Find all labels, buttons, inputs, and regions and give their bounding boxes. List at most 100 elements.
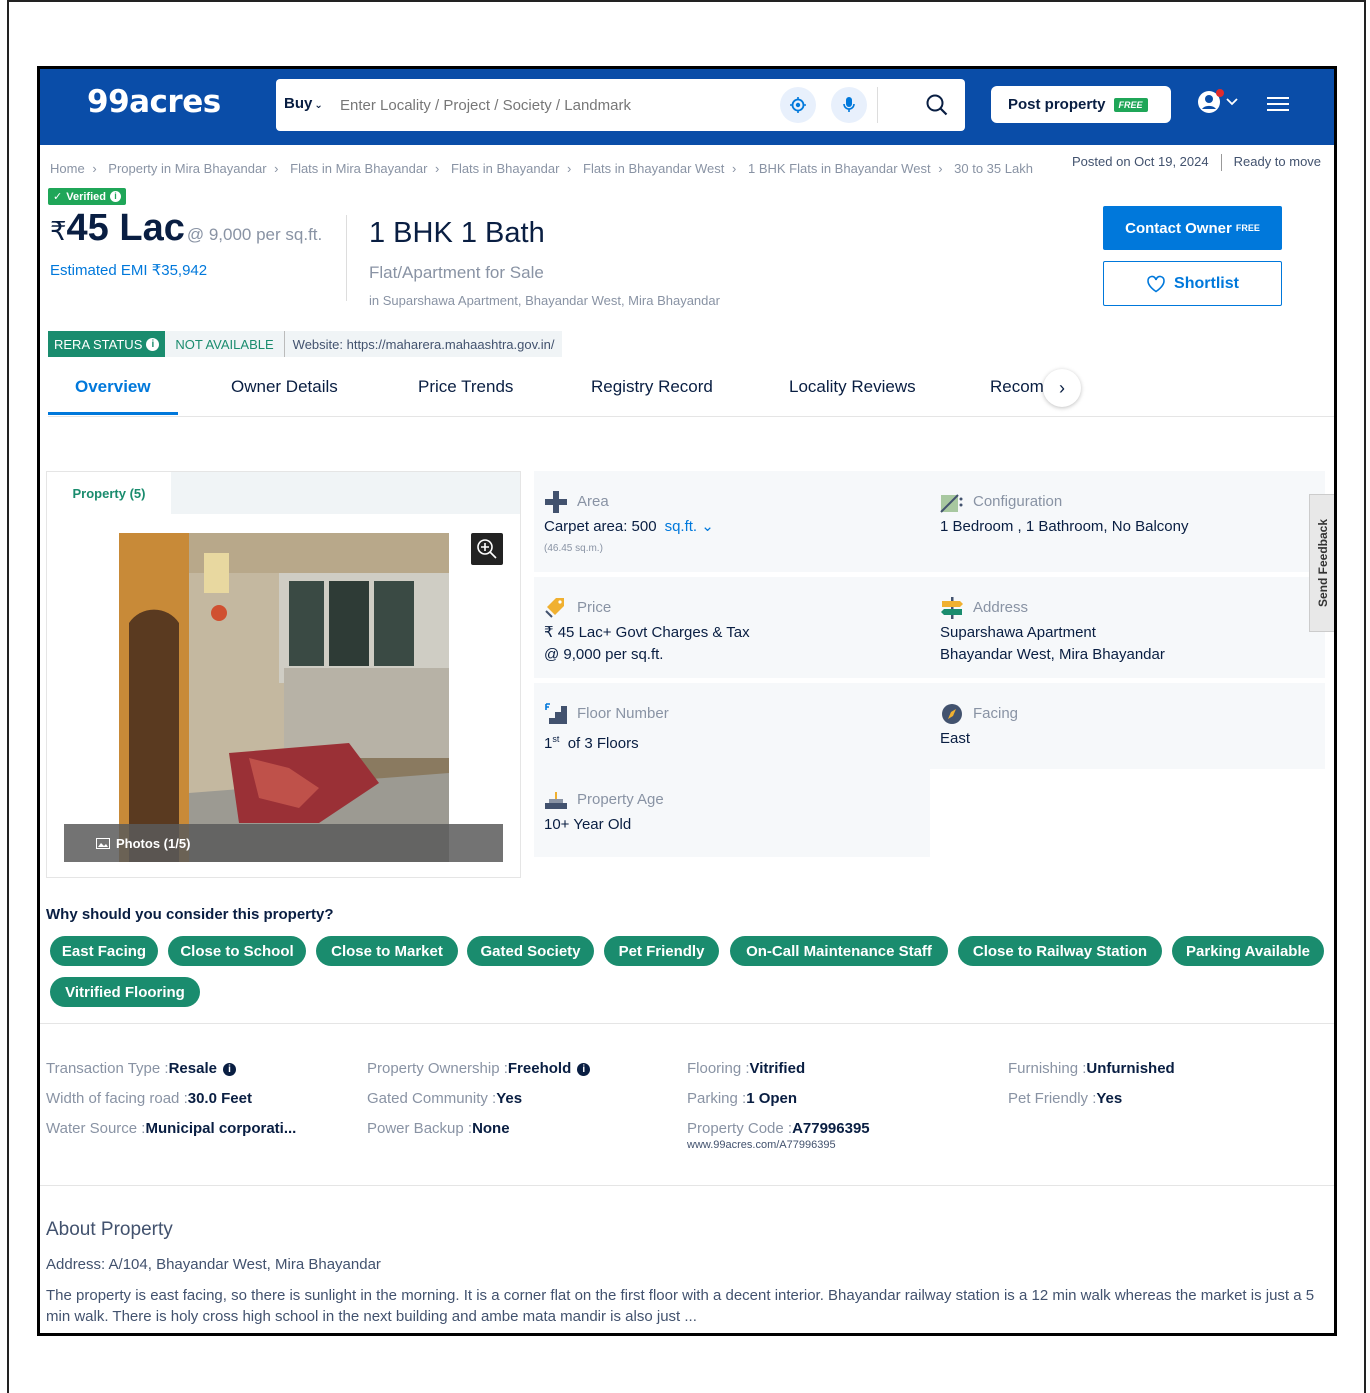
info-icon[interactable]: i xyxy=(146,337,160,351)
browser-viewport: 99acres Buy⌄ Post property FREE xyxy=(37,66,1337,1336)
reason-chip: Close to School xyxy=(168,936,306,966)
estimated-emi-link[interactable]: Estimated EMI ₹35,942 xyxy=(50,261,207,279)
spec-power-backup: Power Backup :None xyxy=(367,1120,510,1137)
detail-floor: Floor Number 1st of 3 Floors xyxy=(534,683,930,769)
reason-chip: Close to Market xyxy=(316,936,458,966)
rera-value: NOT AVAILABLE xyxy=(165,331,284,357)
top-header: 99acres Buy⌄ Post property FREE xyxy=(40,69,1334,145)
site-logo[interactable]: 99acres xyxy=(87,84,221,120)
posted-info: Posted on Oct 19, 2024 Ready to move xyxy=(1072,154,1322,172)
breadcrumb-item[interactable]: Home › xyxy=(50,161,101,176)
search-icon[interactable] xyxy=(922,90,952,120)
section-tabs: Overview Owner Details Price Trends Regi… xyxy=(48,367,1334,417)
spec-parking: Parking :1 Open xyxy=(687,1090,798,1107)
search-input[interactable] xyxy=(340,87,760,123)
price-label: Price xyxy=(577,599,612,616)
shortlist-label: Shortlist xyxy=(1174,274,1239,292)
image-icon xyxy=(96,837,110,849)
unit-dropdown[interactable]: sq.ft. ⌄ xyxy=(665,518,714,535)
spec-ownership: Property Ownership :Freehold i xyxy=(367,1060,591,1077)
detail-configuration: Configuration 1 Bedroom , 1 Bathroom, No… xyxy=(930,471,1325,572)
breadcrumb-item[interactable]: Flats in Mira Bhayandar › xyxy=(290,161,443,176)
tab-registry-record[interactable]: Registry Record xyxy=(591,377,713,397)
chevron-right-icon[interactable]: › xyxy=(1043,369,1081,407)
divider xyxy=(346,215,347,301)
reason-chip: Parking Available xyxy=(1172,936,1324,966)
property-location: in Suparshawa Apartment, Bhayandar West,… xyxy=(369,293,720,308)
spec-road-width: Width of facing road :30.0 Feet xyxy=(46,1090,252,1107)
location-target-icon[interactable] xyxy=(780,87,816,123)
area-label: Area xyxy=(577,493,609,510)
breadcrumb-item[interactable]: Property in Mira Bhayandar › xyxy=(108,161,282,176)
info-icon[interactable]: i xyxy=(109,191,121,202)
spec-gated-community: Gated Community :Yes xyxy=(367,1090,523,1107)
breadcrumb: Home › Property in Mira Bhayandar › Flat… xyxy=(50,161,1041,176)
signpost-icon xyxy=(941,597,963,619)
building-age-icon xyxy=(545,792,567,809)
rera-website-link[interactable]: Website: https://maharera.mahaashtra.gov… xyxy=(283,331,563,357)
verified-badge: ✓ Verified i xyxy=(48,188,126,205)
breadcrumb-item[interactable]: Flats in Bhayandar › xyxy=(451,161,575,176)
property-age-label: Property Age xyxy=(577,791,664,808)
free-badge: FREE xyxy=(1113,97,1148,112)
shortlist-button[interactable]: Shortlist xyxy=(1103,261,1282,306)
reason-chip: Pet Friendly xyxy=(604,936,719,966)
user-account-menu[interactable] xyxy=(1197,89,1238,115)
reasons-heading: Why should you consider this property? xyxy=(46,906,334,923)
listing-title: 1 BHK 1 Bath xyxy=(369,217,545,249)
notification-dot xyxy=(1216,89,1224,97)
spec-furnishing: Furnishing :Unfurnished xyxy=(1008,1060,1175,1077)
search-mode-dropdown[interactable]: Buy ⌄ xyxy=(284,95,323,112)
microphone-icon[interactable] xyxy=(831,87,867,123)
possession-status: Ready to move xyxy=(1233,154,1322,169)
area-value: Carpet area: 500 sq.ft. ⌄ xyxy=(544,518,714,535)
breadcrumb-item[interactable]: 1 BHK Flats in Bhayandar West › xyxy=(748,161,947,176)
floor-label: Floor Number xyxy=(577,705,669,722)
free-badge: FREE xyxy=(1235,223,1260,233)
divider xyxy=(877,87,878,123)
search-mode-label: Buy xyxy=(284,95,313,112)
info-icon[interactable]: i xyxy=(577,1063,591,1076)
address-label: Address xyxy=(973,599,1029,616)
spec-pet-friendly: Pet Friendly :Yes xyxy=(1008,1090,1123,1107)
photo-tabs: Property (5) xyxy=(47,472,520,514)
tab-owner-details[interactable]: Owner Details xyxy=(231,377,338,397)
configuration-value: 1 Bedroom , 1 Bathroom, No Balcony xyxy=(940,518,1189,535)
tab-price-trends[interactable]: Price Trends xyxy=(418,377,513,397)
breadcrumb-item[interactable]: 30 to 35 Lakh xyxy=(954,161,1037,176)
about-description: The property is east facing, so there is… xyxy=(46,1287,1315,1325)
tab-locality-reviews[interactable]: Locality Reviews xyxy=(789,377,916,397)
property-url[interactable]: www.99acres.com/A77996395 xyxy=(687,1139,836,1151)
detail-area: Area Carpet area: 500 sq.ft. ⌄ (46.45 sq.… xyxy=(534,471,930,572)
detail-address: Address Suparshawa Apartment Bhayandar We… xyxy=(930,577,1325,678)
property-age-value: 10+ Year Old xyxy=(544,816,632,833)
photo-counter: Photos (1/5) xyxy=(116,835,191,851)
price-tag-icon xyxy=(545,598,564,618)
rera-strip: RERA STATUS i NOT AVAILABLE Website: http… xyxy=(48,331,563,357)
send-feedback-tab[interactable]: Send Feedback xyxy=(1309,494,1334,632)
facing-value: East xyxy=(940,730,971,747)
configuration-icon xyxy=(940,494,963,513)
info-icon[interactable]: i xyxy=(222,1063,236,1076)
property-photo[interactable] xyxy=(119,533,449,862)
reason-chip: East Facing xyxy=(50,936,158,966)
spec-water-source: Water Source :Municipal corporati... xyxy=(46,1120,297,1137)
price-amount: 45 Lac xyxy=(66,207,185,249)
reason-chip: Close to Railway Station xyxy=(958,936,1162,966)
divider xyxy=(40,1185,1334,1186)
configuration-label: Configuration xyxy=(973,493,1063,510)
breadcrumb-item[interactable]: Flats in Bhayandar West › xyxy=(583,161,740,176)
currency-symbol: ₹ xyxy=(50,216,67,246)
area-icon xyxy=(545,491,567,513)
tab-property-photos[interactable]: Property (5) xyxy=(47,472,171,514)
photo-counter-bar[interactable]: Photos (1/5) xyxy=(64,824,503,862)
post-property-button[interactable]: Post property FREE xyxy=(991,86,1171,123)
rera-status-badge: RERA STATUS i xyxy=(48,331,166,357)
hamburger-menu-icon[interactable] xyxy=(1267,97,1289,115)
tab-overview[interactable]: Overview xyxy=(75,377,151,397)
tab-recommendations[interactable]: Recom... xyxy=(990,377,1048,397)
contact-owner-button[interactable]: Contact Owner FREE xyxy=(1103,206,1282,250)
spec-flooring: Flooring :Vitrified xyxy=(687,1060,806,1077)
about-address: Address: A/104, Bhayandar West, Mira Bha… xyxy=(46,1256,381,1273)
zoom-in-icon[interactable] xyxy=(471,533,503,565)
